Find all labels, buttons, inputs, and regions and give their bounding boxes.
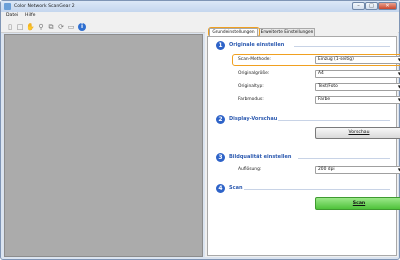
scan-method-value: Einzug (1-seitig) [318, 57, 354, 62]
menu-hilfe[interactable]: Hilfe [25, 13, 35, 18]
scan-button[interactable]: Scan [315, 197, 400, 210]
section-divider [294, 46, 390, 47]
select-frame-icon[interactable]: □ [16, 23, 24, 31]
menu-bar: Datei Hilfe [1, 12, 399, 20]
close-button[interactable]: ✕ [378, 2, 397, 10]
color-mode-label: Farbmodus: [238, 97, 264, 102]
hand-icon[interactable]: ✋ [26, 23, 35, 31]
original-type-select[interactable]: Text/Foto ▼ [315, 83, 400, 91]
preview-area[interactable] [4, 34, 203, 257]
rotate-icon[interactable]: ⟳ [57, 23, 65, 31]
tab-advanced-settings[interactable]: Erweiterte Einstellungen [259, 28, 315, 36]
section-number: 2 [216, 115, 225, 124]
section-original: 1 Originale einstellen Scan-Methode: Ein… [216, 41, 400, 111]
section-divider [298, 158, 390, 159]
color-mode-select[interactable]: Farbe ▼ [315, 96, 400, 104]
scan-method-label: Scan-Methode: [238, 57, 271, 62]
title-bar[interactable]: Color Network ScanGear 2 – □ ✕ [1, 1, 399, 12]
info-icon[interactable]: i [78, 23, 86, 31]
resolution-select[interactable]: 200 dpi ▼ [315, 166, 400, 174]
original-size-label: Originalgröße: [238, 71, 270, 76]
section-preview: 2 Display-Vorschau Vorschau [216, 115, 400, 145]
original-size-select[interactable]: A4 ▼ [315, 70, 400, 78]
preview-button[interactable]: Vorschau [315, 127, 400, 139]
section-quality: 3 Bildqualität einstellen Auflösung: 200… [216, 153, 400, 179]
original-type-value: Text/Foto [318, 84, 338, 89]
section-divider [244, 189, 390, 190]
color-mode-value: Farbe [318, 97, 331, 102]
section-divider [278, 120, 390, 121]
section-title: Originale einstellen [229, 42, 285, 48]
clear-icon[interactable]: ▭ [67, 23, 75, 31]
resolution-value: 200 dpi [318, 167, 335, 172]
menu-datei[interactable]: Datei [6, 13, 18, 18]
section-number: 4 [216, 184, 225, 193]
app-window: Color Network ScanGear 2 – □ ✕ Datei Hil… [0, 0, 400, 260]
original-size-value: A4 [318, 71, 324, 76]
minimize-button[interactable]: – [352, 2, 365, 10]
tab-basic-settings[interactable]: Grundeinstellungen [209, 28, 258, 36]
tab-content: 1 Originale einstellen Scan-Methode: Ein… [207, 36, 400, 256]
scan-method-select[interactable]: Einzug (1-seitig) ▼ [315, 56, 400, 64]
zoom-icon[interactable]: ⚲ [37, 23, 45, 31]
app-icon [4, 3, 11, 10]
section-scan: 4 Scan Scan [216, 184, 400, 216]
section-number: 3 [216, 153, 225, 162]
copy-pages-icon[interactable]: ⧉ [47, 23, 55, 31]
section-title: Scan [229, 185, 243, 191]
resolution-label: Auflösung: [238, 167, 262, 172]
tab-label: Erweiterte Einstellungen [260, 30, 314, 35]
section-title: Bildqualität einstellen [229, 154, 292, 160]
settings-panel: Grundeinstellungen Erweiterte Einstellun… [205, 24, 400, 257]
window-title: Color Network ScanGear 2 [14, 4, 75, 9]
new-page-icon[interactable]: ▯ [6, 23, 14, 31]
section-title: Display-Vorschau [229, 116, 278, 122]
maximize-button[interactable]: □ [365, 2, 378, 10]
section-number: 1 [216, 41, 225, 50]
original-type-label: Originaltyp: [238, 84, 264, 89]
tab-label: Grundeinstellungen [212, 30, 255, 35]
